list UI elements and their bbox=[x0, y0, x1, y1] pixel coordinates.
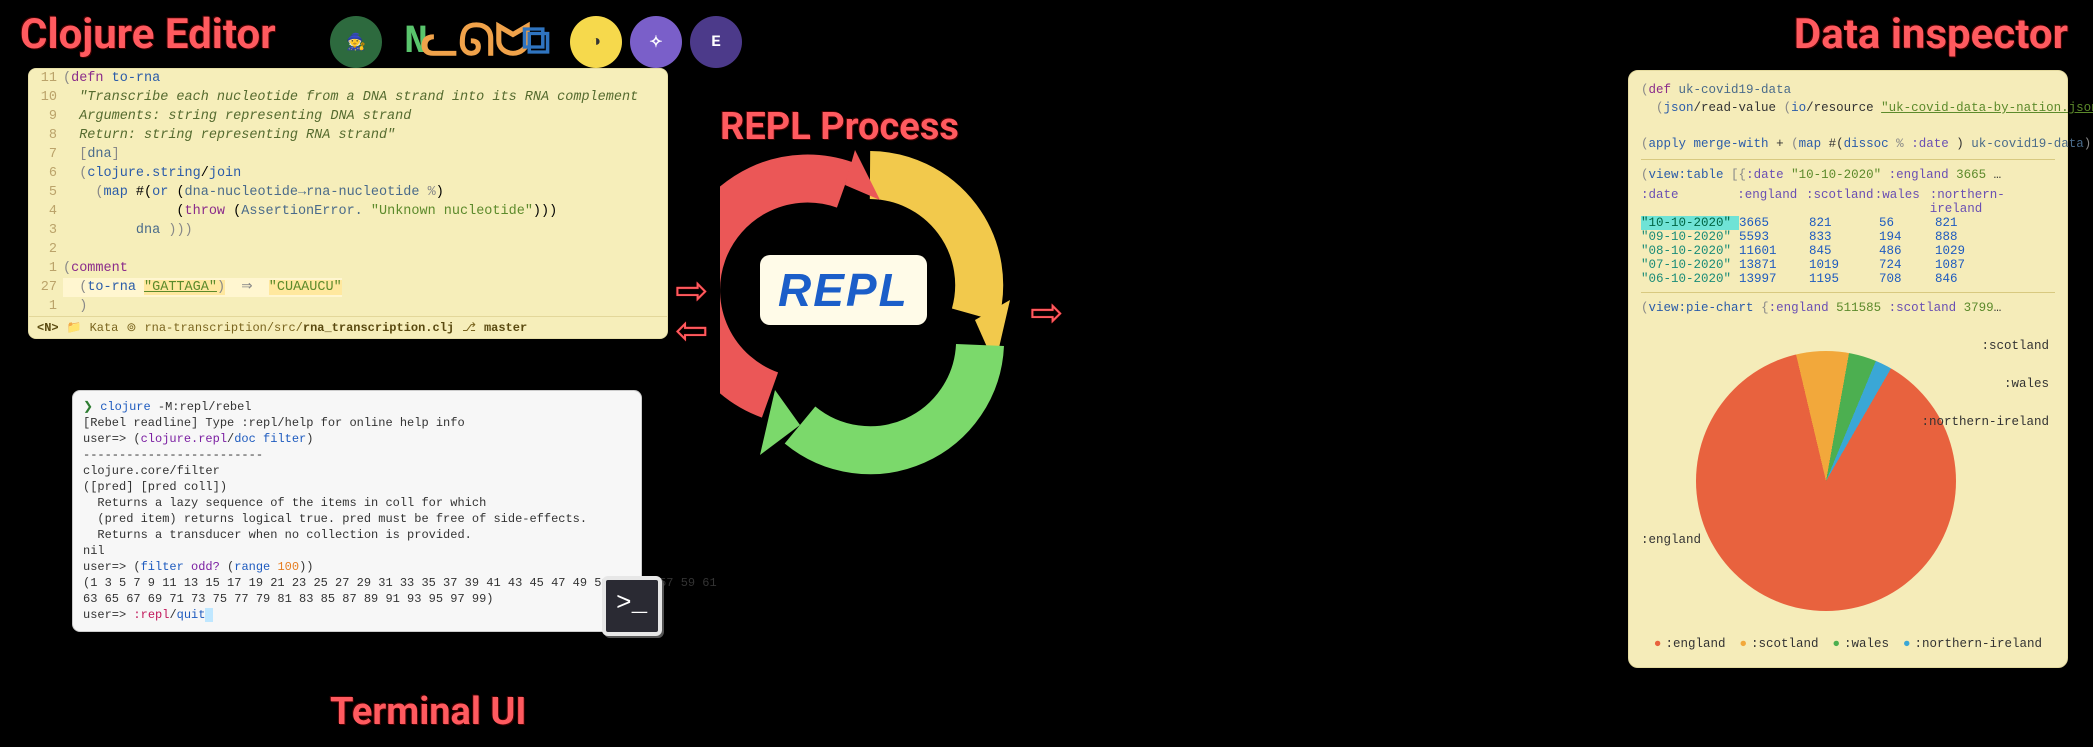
section-title-editor: Clojure Editor bbox=[20, 10, 276, 59]
folder-icon: 📁 bbox=[67, 320, 82, 335]
editor-tool-icons: 🧙 N ᓚᘏᗢ ⧉ ◑ ✧ E bbox=[330, 16, 742, 68]
inspector-pie-chart: :scotland :wales :northern-ireland :engl… bbox=[1641, 323, 2055, 633]
inspector-pie-expr: (view:pie-chart {:england 511585 :scotla… bbox=[1641, 299, 2055, 317]
section-title-inspector: Data inspector bbox=[1794, 10, 2068, 59]
calva-icon: ◑ bbox=[570, 16, 622, 68]
repl-center-label: REPL bbox=[760, 255, 927, 325]
editor-status-folder: Kata bbox=[90, 321, 119, 335]
data-inspector-panel: (def uk-covid19-data (json/read-value (i… bbox=[1628, 70, 2068, 668]
cat-icon: ᓚᘏᗢ bbox=[450, 16, 502, 68]
clojure-lang-icon: ⊚ bbox=[126, 320, 136, 335]
table-row[interactable]: "10-10-2020" 3665 821 56 821 bbox=[1641, 216, 2055, 230]
terminal-panel[interactable]: ❯ clojure -M:repl/rebel [Rebel readline]… bbox=[72, 390, 642, 632]
terminal-app-icon: >_ bbox=[602, 576, 662, 636]
editor-status-branch: master bbox=[484, 321, 527, 335]
editor-mode-indicator: <N> bbox=[37, 321, 59, 335]
editor-status-bar: <N> 📁 Kata ⊚ rna-transcription/src/rna_t… bbox=[29, 316, 667, 338]
table-row[interactable]: "08-10-2020" 11601 845 486 1029 bbox=[1641, 244, 2055, 258]
practicalli-avatar-icon: 🧙 bbox=[330, 16, 382, 68]
section-title-repl: REPL Process bbox=[720, 105, 959, 149]
table-row[interactable]: "09-10-2020" 5593 833 194 888 bbox=[1641, 230, 2055, 244]
table-row[interactable]: "07-10-2020" 13871 1019 724 1087 bbox=[1641, 258, 2055, 272]
pie-legend: :england :scotland :wales :northern-irel… bbox=[1641, 637, 2055, 651]
vscode-icon: ⧉ bbox=[510, 16, 562, 68]
emacs-icon: E bbox=[690, 16, 742, 68]
editor-code[interactable]: (defn to-rna "Transcribe each nucleotide… bbox=[63, 69, 667, 316]
editor-gutter: 11109 876 543 2127 1 bbox=[29, 69, 63, 316]
inspector-table[interactable]: :date :england :scotland :wales :norther… bbox=[1641, 188, 2055, 286]
cursive-icon: ✧ bbox=[630, 16, 682, 68]
inspector-table-expr: (view:table [{:date "10-10-2020" :englan… bbox=[1641, 166, 2055, 184]
section-title-terminal: Terminal UI bbox=[330, 690, 527, 734]
clojure-editor-panel: 11109 876 543 2127 1 (defn to-rna "Trans… bbox=[28, 68, 668, 339]
table-row[interactable]: "06-10-2020" 13997 1195 708 846 bbox=[1641, 272, 2055, 286]
git-branch-icon: ⎇ bbox=[462, 320, 476, 335]
arrow-repl-to-inspector: ⇨ bbox=[1030, 290, 1064, 336]
arrow-repl-to-editor: ⇦ bbox=[675, 308, 709, 354]
